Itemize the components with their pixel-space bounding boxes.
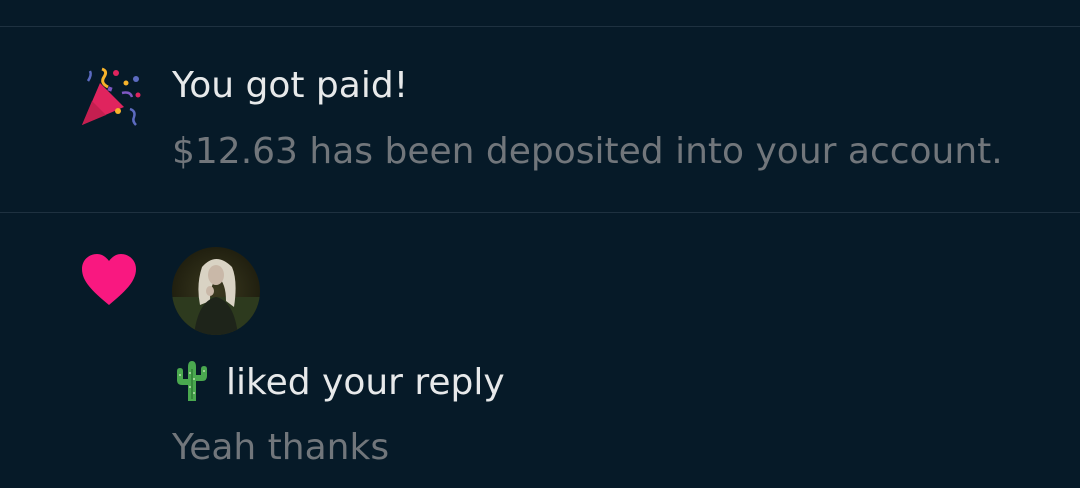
cactus-icon	[172, 359, 212, 407]
reply-text: Yeah thanks	[172, 427, 390, 468]
heart-icon	[80, 253, 138, 311]
like-action-text: liked your reply	[226, 362, 505, 403]
notification-body: $12.63 has been deposited into your acco…	[172, 131, 1003, 172]
payout-notification[interactable]: You got paid! $12.63 has been deposited …	[0, 27, 1080, 212]
notifications-screen: You got paid! $12.63 has been deposited …	[0, 0, 1080, 488]
like-action-line: liked your reply	[172, 358, 1060, 408]
user-avatar[interactable]	[172, 247, 260, 335]
party-popper-icon	[78, 63, 144, 133]
liked-reply-preview[interactable]: Yeah thanks	[172, 426, 1060, 470]
notification-title: You got paid!	[172, 65, 409, 106]
